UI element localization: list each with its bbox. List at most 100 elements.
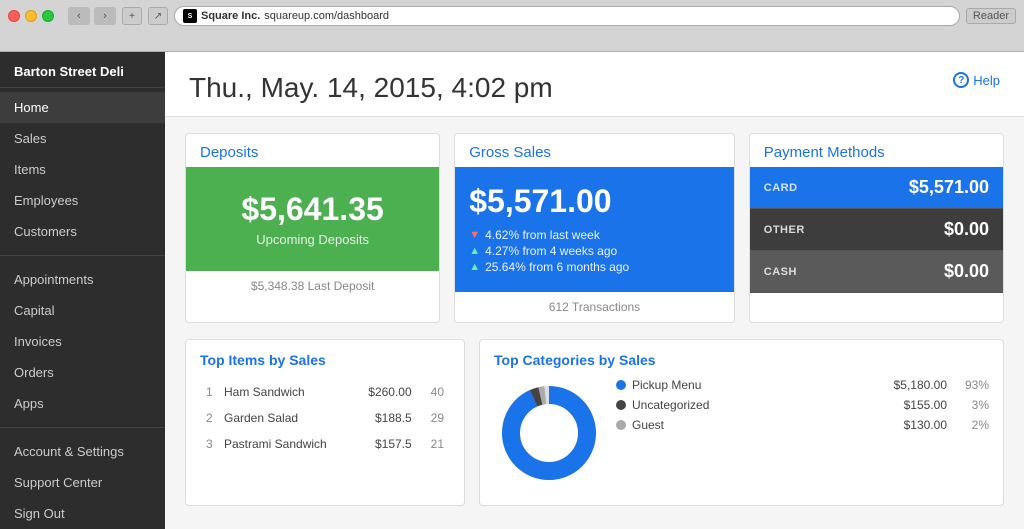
gross-amount-box: $5,571.00 ▼ 4.62% from last week ▲ 4.27%… (455, 167, 734, 292)
favicon: S (183, 9, 197, 23)
sidebar-item-employees[interactable]: Employees (0, 185, 165, 216)
item-rank: 2 (202, 406, 218, 430)
legend-name-uncategorized: Uncategorized (632, 398, 898, 412)
gross-stat-2: ▲ 4.27% from 4 weeks ago (469, 244, 720, 258)
sidebar-item-customers[interactable]: Customers (0, 216, 165, 247)
top-items-title: Top Items by Sales (200, 352, 450, 368)
payment-other-label: OTHER (764, 224, 805, 236)
close-button[interactable] (8, 10, 20, 22)
payment-cash-label: CASH (764, 266, 797, 278)
share-button[interactable]: ↗ (148, 7, 168, 25)
top-categories-title: Top Categories by Sales (494, 352, 989, 368)
payment-card-label: CARD (764, 182, 798, 194)
deposits-amount-box: $5,641.35 Upcoming Deposits (186, 167, 439, 271)
browser-chrome: ‹ › + ↗ S Square Inc. squareup.com/dashb… (0, 0, 1024, 52)
sidebar-item-invoices[interactable]: Invoices (0, 326, 165, 357)
sidebar-item-items[interactable]: Items (0, 154, 165, 185)
maximize-button[interactable] (42, 10, 54, 22)
payment-methods-title: Payment Methods (750, 134, 1003, 167)
item-name: Pastrami Sandwich (220, 432, 352, 456)
legend-pct-guest: 2% (961, 418, 989, 432)
up-icon-1: ▲ (469, 245, 480, 257)
item-name: Garden Salad (220, 406, 352, 430)
legend-dot-uncategorized (616, 400, 626, 410)
legend-item-uncategorized: Uncategorized $155.00 3% (616, 398, 989, 412)
gross-stats: ▼ 4.62% from last week ▲ 4.27% from 4 we… (469, 228, 720, 274)
down-icon: ▼ (469, 229, 480, 241)
legend-dot-pickup (616, 380, 626, 390)
sidebar-item-home[interactable]: Home (0, 92, 165, 123)
sidebar-item-appointments[interactable]: Appointments (0, 264, 165, 295)
item-amount: $188.5 (354, 406, 415, 430)
sidebar-item-capital[interactable]: Capital (0, 295, 165, 326)
gross-sales-card: Gross Sales $5,571.00 ▼ 4.62% from last … (454, 133, 735, 323)
payment-other-value: $0.00 (944, 219, 989, 240)
cards-row: Deposits $5,641.35 Upcoming Deposits $5,… (185, 133, 1004, 323)
sidebar-item-apps[interactable]: Apps (0, 388, 165, 419)
legend-amount-pickup: $5,180.00 (894, 378, 947, 392)
payment-cash-row: CASH $0.00 (750, 251, 1003, 293)
categories-content: Pickup Menu $5,180.00 93% Uncategorized … (494, 378, 989, 493)
item-name: Ham Sandwich (220, 380, 352, 404)
legend-amount-uncategorized: $155.00 (904, 398, 947, 412)
payment-cash-value: $0.00 (944, 261, 989, 282)
legend-pct-pickup: 93% (961, 378, 989, 392)
top-categories-card: Top Categories by Sales (479, 339, 1004, 506)
legend-dot-guest (616, 420, 626, 430)
gross-stat-1: ▼ 4.62% from last week (469, 228, 720, 242)
sidebar-divider-2 (0, 427, 165, 428)
dashboard: Deposits $5,641.35 Upcoming Deposits $5,… (165, 117, 1024, 522)
categories-legend: Pickup Menu $5,180.00 93% Uncategorized … (616, 378, 989, 438)
table-row: 1 Ham Sandwich $260.00 40 (202, 380, 448, 404)
donut-chart (494, 378, 604, 493)
payment-card-row: CARD $5,571.00 (750, 167, 1003, 209)
minimize-button[interactable] (25, 10, 37, 22)
legend-name-pickup: Pickup Menu (632, 378, 888, 392)
sidebar-item-sales[interactable]: Sales (0, 123, 165, 154)
reader-button[interactable]: Reader (966, 8, 1016, 24)
legend-item-pickup: Pickup Menu $5,180.00 93% (616, 378, 989, 392)
sidebar-brand: Barton Street Deli (0, 52, 165, 88)
legend-name-guest: Guest (632, 418, 898, 432)
help-icon: ? (953, 72, 969, 88)
item-amount: $260.00 (354, 380, 415, 404)
sidebar-item-account-settings[interactable]: Account & Settings (0, 436, 165, 467)
gross-sales-footer: 612 Transactions (455, 292, 734, 322)
gross-sales-amount: $5,571.00 (469, 183, 720, 220)
deposits-title: Deposits (186, 134, 439, 167)
help-button[interactable]: ? Help (953, 72, 1000, 88)
item-count: 29 (418, 406, 448, 430)
deposits-subtitle: Upcoming Deposits (200, 232, 425, 247)
item-amount: $157.5 (354, 432, 415, 456)
deposits-card: Deposits $5,641.35 Upcoming Deposits $5,… (185, 133, 440, 323)
sidebar: Barton Street Deli Home Sales Items Empl… (0, 52, 165, 529)
items-table: 1 Ham Sandwich $260.00 40 2 Garden Salad… (200, 378, 450, 458)
address-url: squareup.com/dashboard (264, 10, 389, 22)
item-count: 21 (418, 432, 448, 456)
sidebar-divider-1 (0, 255, 165, 256)
address-bar[interactable]: S Square Inc. squareup.com/dashboard (174, 6, 960, 26)
item-rank: 3 (202, 432, 218, 456)
main-header: Thu., May. 14, 2015, 4:02 pm ? Help (165, 52, 1024, 117)
bottom-row: Top Items by Sales 1 Ham Sandwich $260.0… (185, 339, 1004, 506)
sidebar-item-sign-out[interactable]: Sign Out (0, 498, 165, 529)
legend-pct-uncategorized: 3% (961, 398, 989, 412)
table-row: 2 Garden Salad $188.5 29 (202, 406, 448, 430)
main-content: Thu., May. 14, 2015, 4:02 pm ? Help Depo… (165, 52, 1024, 529)
gross-stat-2-text: 4.27% from 4 weeks ago (485, 244, 617, 258)
gross-stat-3: ▲ 25.64% from 6 months ago (469, 260, 720, 274)
gross-stat-1-text: 4.62% from last week (485, 228, 600, 242)
new-tab-button[interactable]: + (122, 7, 142, 25)
payment-methods-card: Payment Methods CARD $5,571.00 OTHER $0.… (749, 133, 1004, 323)
help-label: Help (973, 73, 1000, 88)
forward-button[interactable]: › (94, 7, 116, 25)
gross-sales-title: Gross Sales (455, 134, 734, 167)
legend-item-guest: Guest $130.00 2% (616, 418, 989, 432)
sidebar-item-support-center[interactable]: Support Center (0, 467, 165, 498)
address-company: Square Inc. (201, 10, 260, 22)
deposits-amount: $5,641.35 (200, 191, 425, 228)
sidebar-nav: Home Sales Items Employees Customers App… (0, 88, 165, 529)
top-items-card: Top Items by Sales 1 Ham Sandwich $260.0… (185, 339, 465, 506)
back-button[interactable]: ‹ (68, 7, 90, 25)
sidebar-item-orders[interactable]: Orders (0, 357, 165, 388)
